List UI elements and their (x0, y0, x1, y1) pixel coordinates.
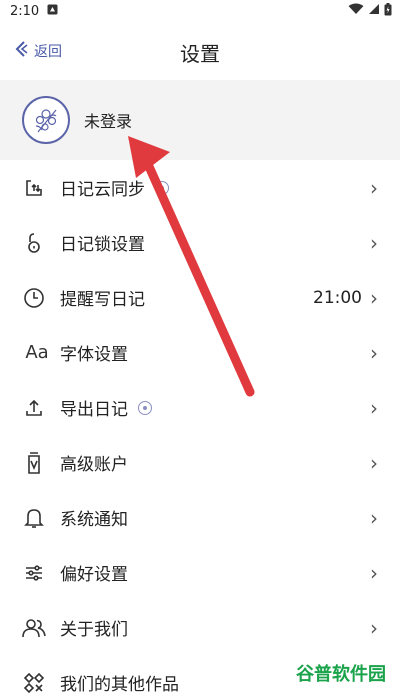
settings-item-label: 我们的其他作品 (60, 675, 179, 695)
settings-item-label: 提醒写日记 (60, 290, 145, 310)
export-icon (22, 396, 46, 420)
settings-item-font[interactable]: Aa 字体设置 › (0, 325, 400, 380)
cloud-sync-icon (22, 176, 46, 200)
chevron-right-icon: › (370, 450, 378, 475)
notification-icon (47, 4, 58, 19)
signal-icon (368, 3, 380, 19)
font-icon: Aa (25, 342, 49, 363)
status-time: 2:10 (10, 3, 40, 19)
chevron-right-icon: › (370, 505, 378, 530)
chevron-right-icon: › (370, 285, 378, 310)
settings-item-label: 日记云同步 (60, 180, 145, 200)
new-badge-icon (155, 180, 169, 195)
new-badge-icon (138, 400, 152, 415)
settings-item-label: 导出日记 (60, 400, 128, 420)
chevron-right-icon: › (370, 615, 378, 640)
battery-icon (384, 2, 392, 20)
settings-item-preferences[interactable]: 偏好设置 › (0, 545, 400, 600)
settings-list: 日记云同步 › 日记锁设置 › 提醒写日记 21:00 › Aa 字体设置 › … (0, 160, 400, 700)
settings-item-about[interactable]: 关于我们 › (0, 600, 400, 655)
status-bar: 2:10 (0, 0, 400, 22)
sliders-icon (22, 561, 46, 585)
login-label: 未登录 (84, 112, 133, 131)
clock-icon (22, 286, 46, 310)
settings-item-label: 高级账户 (60, 455, 128, 475)
avatar (22, 96, 70, 144)
settings-item-diary-lock[interactable]: 日记锁设置 › (0, 215, 400, 270)
flower-avatar-icon (35, 109, 57, 133)
reminder-time: 21:00 (313, 287, 362, 308)
settings-item-label: 日记锁设置 (60, 235, 145, 255)
chevron-right-icon: › (370, 395, 378, 420)
apps-icon (22, 671, 46, 695)
settings-item-label: 系统通知 (60, 510, 128, 530)
premium-icon (22, 451, 46, 475)
people-icon (22, 616, 46, 640)
chevron-right-icon: › (370, 560, 378, 585)
chevron-right-icon: › (370, 230, 378, 255)
settings-item-cloud-sync[interactable]: 日记云同步 › (0, 160, 400, 215)
wifi-icon (348, 3, 364, 19)
login-row[interactable]: 未登录 (0, 80, 400, 160)
settings-item-label: 关于我们 (60, 620, 128, 640)
settings-item-export[interactable]: 导出日记 › (0, 380, 400, 435)
settings-item-reminder[interactable]: 提醒写日记 21:00 › (0, 270, 400, 325)
settings-item-label: 字体设置 (60, 345, 128, 365)
lock-icon (22, 231, 46, 255)
page-title: 设置 (180, 42, 220, 66)
chevron-right-icon: › (370, 340, 378, 365)
settings-item-notifications[interactable]: 系统通知 › (0, 490, 400, 545)
settings-item-label: 偏好设置 (60, 565, 128, 585)
bell-icon (22, 506, 46, 530)
settings-item-premium[interactable]: 高级账户 › (0, 435, 400, 490)
watermark: 谷普软件园 (294, 660, 388, 686)
chevron-right-icon: › (370, 175, 378, 200)
nav-bar: 返回 设置 (0, 22, 400, 80)
